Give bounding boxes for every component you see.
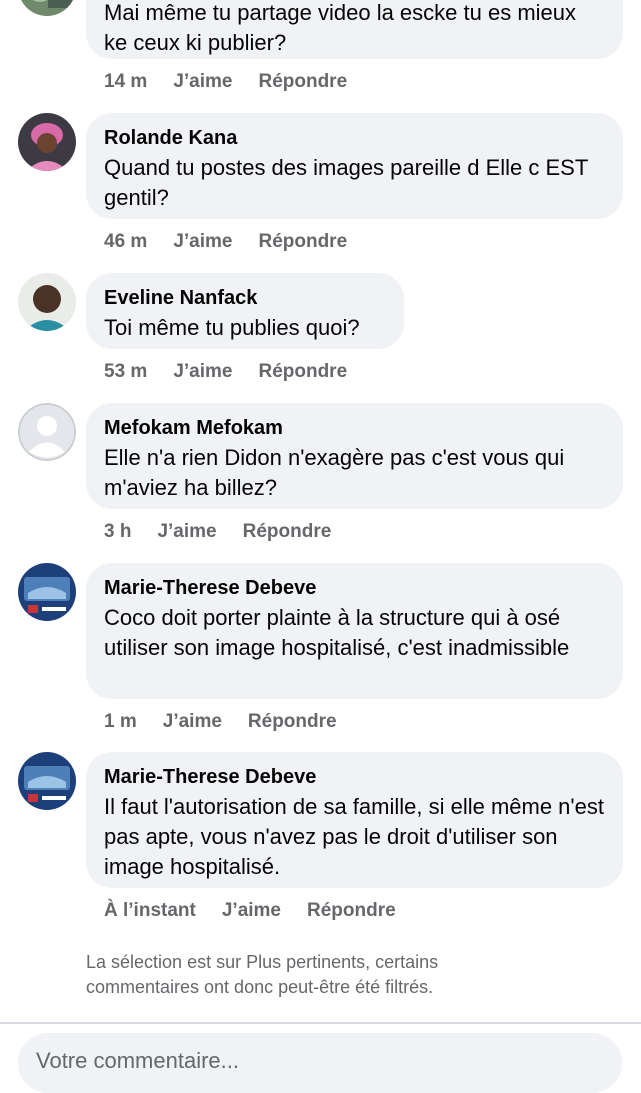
comment-text: Mai même tu partage video la escke tu es…	[104, 0, 577, 55]
like-button[interactable]: J’aime	[157, 517, 216, 547]
reply-button[interactable]: Répondre	[258, 67, 347, 97]
comment-author[interactable]: Eveline Nanfack	[104, 283, 386, 313]
comment-actions: 46 m J’aime Répondre	[104, 227, 373, 257]
reply-button[interactable]: Répondre	[307, 896, 396, 926]
comment-text: Coco doit porter plainte à la structure …	[104, 605, 570, 660]
like-button[interactable]: J’aime	[163, 707, 222, 737]
comment-bubble: Rolande Kana Quand tu postes des images …	[86, 113, 623, 219]
comment-bubble: Eveline Nanfack Toi même tu publies quoi…	[86, 273, 404, 349]
default-avatar-icon[interactable]	[18, 403, 76, 461]
comment-time[interactable]: 14 m	[104, 67, 147, 97]
reply-button[interactable]: Répondre	[243, 517, 332, 547]
comment-filter-note: La sélection est sur Plus pertinents, ce…	[86, 952, 439, 997]
commenter-avatar[interactable]	[18, 563, 76, 621]
comment-bubble: Mefokam Mefokam Elle n'a rien Didon n'ex…	[86, 403, 623, 509]
comment-author[interactable]: Marie-Therese Debeve	[104, 762, 605, 792]
commenter-avatar[interactable]	[18, 0, 76, 16]
comment-time[interactable]: 53 m	[104, 357, 147, 387]
like-button[interactable]: J’aime	[173, 227, 232, 257]
comment-actions: 53 m J’aime Répondre	[104, 357, 373, 387]
comment-time[interactable]: 3 h	[104, 517, 131, 547]
like-button[interactable]: J’aime	[173, 67, 232, 97]
comment-text: Il faut l'autorisation de sa famille, si…	[104, 794, 604, 879]
comment-actions: À l’instant J’aime Répondre	[104, 896, 422, 926]
comment-actions: 1 m J’aime Répondre	[104, 707, 363, 737]
composer-divider	[0, 1022, 641, 1024]
comment-input[interactable]: Votre commentaire...	[18, 1033, 622, 1093]
like-button[interactable]: J’aime	[222, 896, 281, 926]
comment-text: Quand tu postes des images pareille d El…	[104, 155, 588, 210]
comment-author[interactable]: Mefokam Mefokam	[104, 413, 605, 443]
reply-button[interactable]: Répondre	[258, 357, 347, 387]
comment-time[interactable]: 1 m	[104, 707, 137, 737]
comment-bubble: Mai même tu partage video la escke tu es…	[86, 0, 623, 59]
reply-button[interactable]: Répondre	[258, 227, 347, 257]
comment-actions: 3 h J’aime Répondre	[104, 517, 357, 547]
comment-author[interactable]: Marie-Therese Debeve	[104, 573, 605, 603]
comment-bubble: Marie-Therese Debeve Il faut l'autorisat…	[86, 752, 623, 888]
comment-bubble: Marie-Therese Debeve Coco doit porter pl…	[86, 563, 623, 699]
comment-author[interactable]: Rolande Kana	[104, 123, 605, 153]
comment-text: Toi même tu publies quoi?	[104, 315, 360, 340]
comment-text: Elle n'a rien Didon n'exagère pas c'est …	[104, 445, 565, 500]
like-button[interactable]: J’aime	[173, 357, 232, 387]
comment-time[interactable]: À l’instant	[104, 896, 196, 926]
commenter-avatar[interactable]	[18, 273, 76, 331]
comment-time[interactable]: 46 m	[104, 227, 147, 257]
commenter-avatar[interactable]	[18, 752, 76, 810]
reply-button[interactable]: Répondre	[248, 707, 337, 737]
comment-actions: 14 m J’aime Répondre	[104, 67, 373, 97]
commenter-avatar[interactable]	[18, 113, 76, 171]
